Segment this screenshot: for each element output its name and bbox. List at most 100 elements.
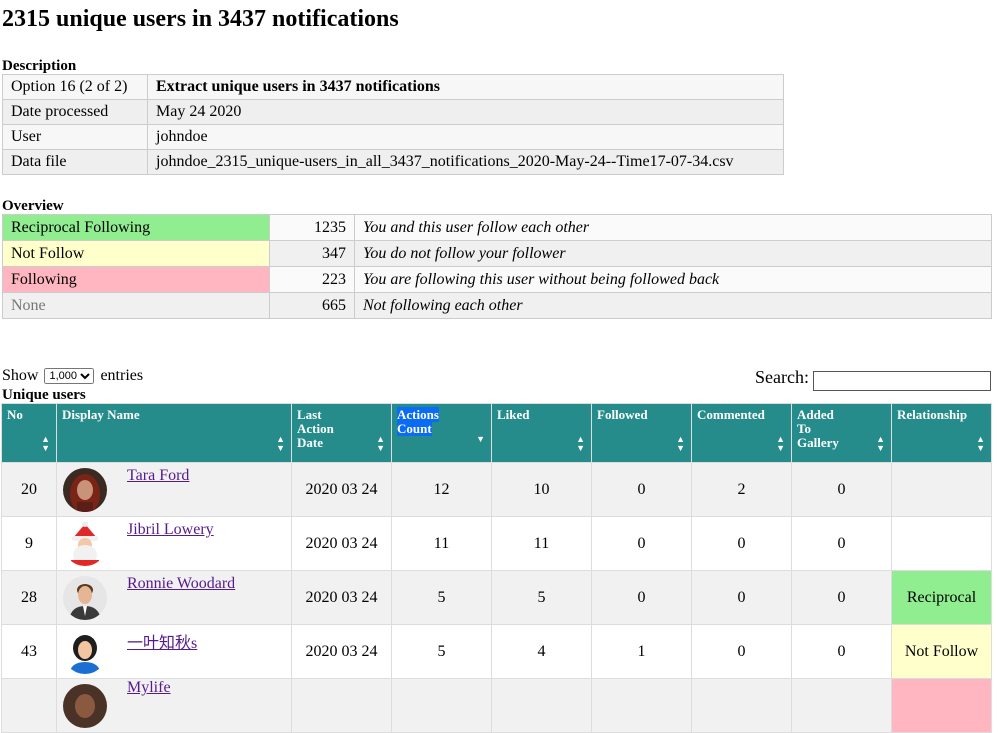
cell-display-name: Jibril Lowery bbox=[56, 516, 292, 571]
cell-last-action-date: 2020 03 24 bbox=[291, 570, 392, 625]
table-row: 43 一叶知秋s 2020 03 24 5 4 1 0 0 Not Follow bbox=[1, 624, 992, 679]
cell-added-to-gallery: 0 bbox=[791, 624, 892, 679]
cell-relationship bbox=[891, 678, 992, 733]
column-header-liked[interactable]: Liked ▲ ▼ bbox=[491, 403, 592, 463]
cell-followed bbox=[591, 678, 692, 733]
cell-liked: 4 bbox=[491, 624, 592, 679]
description-value: Extract unique users in 3437 notificatio… bbox=[147, 74, 784, 100]
entries-select[interactable]: 1,000 bbox=[44, 368, 95, 384]
overview-row: Following 223 You are following this use… bbox=[2, 266, 992, 293]
table-row: 28 Ronnie Woodard 2020 03 24 5 5 0 0 0 R… bbox=[1, 570, 992, 625]
man-suit-avatar-icon bbox=[63, 576, 107, 620]
cell-liked: 5 bbox=[491, 570, 592, 625]
cell-commented: 0 bbox=[691, 570, 792, 625]
overview-count: 223 bbox=[269, 266, 355, 293]
search-input[interactable] bbox=[813, 370, 991, 391]
sort-icon: ▲ ▼ bbox=[276, 434, 285, 453]
description-value: May 24 2020 bbox=[147, 99, 784, 125]
cell-followed: 0 bbox=[591, 462, 692, 517]
cell-no: 9 bbox=[1, 516, 57, 571]
cell-added-to-gallery: 0 bbox=[791, 516, 892, 571]
sort-icon: ▲ ▼ bbox=[41, 434, 50, 453]
description-key: Date processed bbox=[2, 99, 148, 125]
cell-actions-count: 5 bbox=[391, 624, 492, 679]
cell-commented: 2 bbox=[691, 462, 792, 517]
user-link[interactable]: Ronnie Woodard bbox=[127, 575, 235, 593]
cell-relationship: Not Follow bbox=[891, 624, 992, 679]
cell-added-to-gallery: 0 bbox=[791, 570, 892, 625]
cell-actions-count bbox=[391, 678, 492, 733]
sort-desc-icon: ▼ bbox=[476, 434, 485, 444]
description-label: Description bbox=[2, 58, 77, 74]
overview-count: 665 bbox=[269, 292, 355, 319]
overview-category: Reciprocal Following bbox=[2, 214, 270, 241]
cell-added-to-gallery: 0 bbox=[791, 462, 892, 517]
cell-no: 20 bbox=[1, 462, 57, 517]
cell-relationship: Reciprocal bbox=[891, 570, 992, 625]
overview-row: Not Follow 347 You do not follow your fo… bbox=[2, 240, 992, 267]
table-row: 20 Tara Ford 2020 03 24 12 10 0 2 0 bbox=[1, 462, 992, 517]
column-header-relationship[interactable]: Relationship ▲ ▼ bbox=[891, 403, 992, 463]
overview-label: Overview bbox=[2, 198, 64, 214]
santa-avatar-icon bbox=[63, 522, 107, 566]
overview-description: You and this user follow each other bbox=[354, 214, 992, 241]
user-link[interactable]: Tara Ford bbox=[127, 467, 189, 485]
description-value: johndoe_2315_unique-users_in_all_3437_no… bbox=[147, 149, 784, 175]
column-header-added-to-gallery[interactable]: Added To Gallery ▲ ▼ bbox=[791, 403, 892, 463]
cell-commented bbox=[691, 678, 792, 733]
overview-table: Reciprocal Following 1235 You and this u… bbox=[2, 214, 992, 319]
cell-no: 43 bbox=[1, 624, 57, 679]
overview-count: 1235 bbox=[269, 214, 355, 241]
cell-actions-count: 12 bbox=[391, 462, 492, 517]
column-header-actions-count[interactable]: Actions Count ▼ bbox=[391, 403, 492, 463]
description-value: johndoe bbox=[147, 124, 784, 150]
cell-last-action-date: 2020 03 24 bbox=[291, 462, 392, 517]
description-table: Option 16 (2 of 2) Extract unique users … bbox=[2, 74, 784, 175]
overview-description: You are following this user without bein… bbox=[354, 266, 992, 293]
sort-icon: ▲ ▼ bbox=[676, 434, 685, 453]
cell-followed: 1 bbox=[591, 624, 692, 679]
search-label: Search: bbox=[755, 367, 809, 387]
cell-display-name: Ronnie Woodard bbox=[56, 570, 292, 625]
overview-category: None bbox=[2, 292, 270, 319]
column-header-followed[interactable]: Followed ▲ ▼ bbox=[591, 403, 692, 463]
column-header-display-name[interactable]: Display Name ▲ ▼ bbox=[56, 403, 292, 463]
overview-row: None 665 Not following each other bbox=[2, 292, 992, 319]
cell-actions-count: 5 bbox=[391, 570, 492, 625]
user-link[interactable]: 一叶知秋s bbox=[127, 629, 197, 653]
sort-icon: ▲ ▼ bbox=[976, 434, 985, 453]
column-header-commented[interactable]: Commented ▲ ▼ bbox=[691, 403, 792, 463]
cell-last-action-date: 2020 03 24 bbox=[291, 516, 392, 571]
overview-category: Following bbox=[2, 266, 270, 293]
users-label: Unique users bbox=[2, 387, 86, 403]
cell-commented: 0 bbox=[691, 516, 792, 571]
cell-display-name: 一叶知秋s bbox=[56, 624, 292, 679]
cell-no bbox=[1, 678, 57, 733]
overview-category: Not Follow bbox=[2, 240, 270, 267]
cell-last-action-date bbox=[291, 678, 392, 733]
column-header-last-action-date[interactable]: Last Action Date ▲ ▼ bbox=[291, 403, 392, 463]
header-row: No ▲ ▼ Display Name ▲ ▼ Last Action Date ▲ ▼ A… bbox=[1, 403, 992, 463]
user-link[interactable]: Mylife bbox=[127, 679, 171, 697]
sort-icon: ▲ ▼ bbox=[376, 434, 385, 453]
user-link[interactable]: Jibril Lowery bbox=[127, 521, 214, 539]
cell-last-action-date: 2020 03 24 bbox=[291, 624, 392, 679]
cell-followed: 0 bbox=[591, 570, 692, 625]
table-row: Mylife bbox=[1, 678, 992, 733]
cell-commented: 0 bbox=[691, 624, 792, 679]
cell-display-name: Tara Ford bbox=[56, 462, 292, 517]
cell-liked: 10 bbox=[491, 462, 592, 517]
show-entries: Show 1,000 entries bbox=[2, 367, 143, 385]
sort-icon: ▲ ▼ bbox=[776, 434, 785, 453]
description-key: User bbox=[2, 124, 148, 150]
overview-count: 347 bbox=[269, 240, 355, 267]
description-row: Option 16 (2 of 2) Extract unique users … bbox=[2, 74, 784, 100]
overview-row: Reciprocal Following 1235 You and this u… bbox=[2, 214, 992, 241]
description-key: Option 16 (2 of 2) bbox=[2, 74, 148, 100]
search-box: Search: bbox=[755, 367, 991, 391]
cell-actions-count: 11 bbox=[391, 516, 492, 571]
cell-liked bbox=[491, 678, 592, 733]
column-header-no[interactable]: No ▲ ▼ bbox=[1, 403, 57, 463]
cell-liked: 11 bbox=[491, 516, 592, 571]
users-table: No ▲ ▼ Display Name ▲ ▼ Last Action Date ▲ ▼ A… bbox=[1, 403, 992, 733]
